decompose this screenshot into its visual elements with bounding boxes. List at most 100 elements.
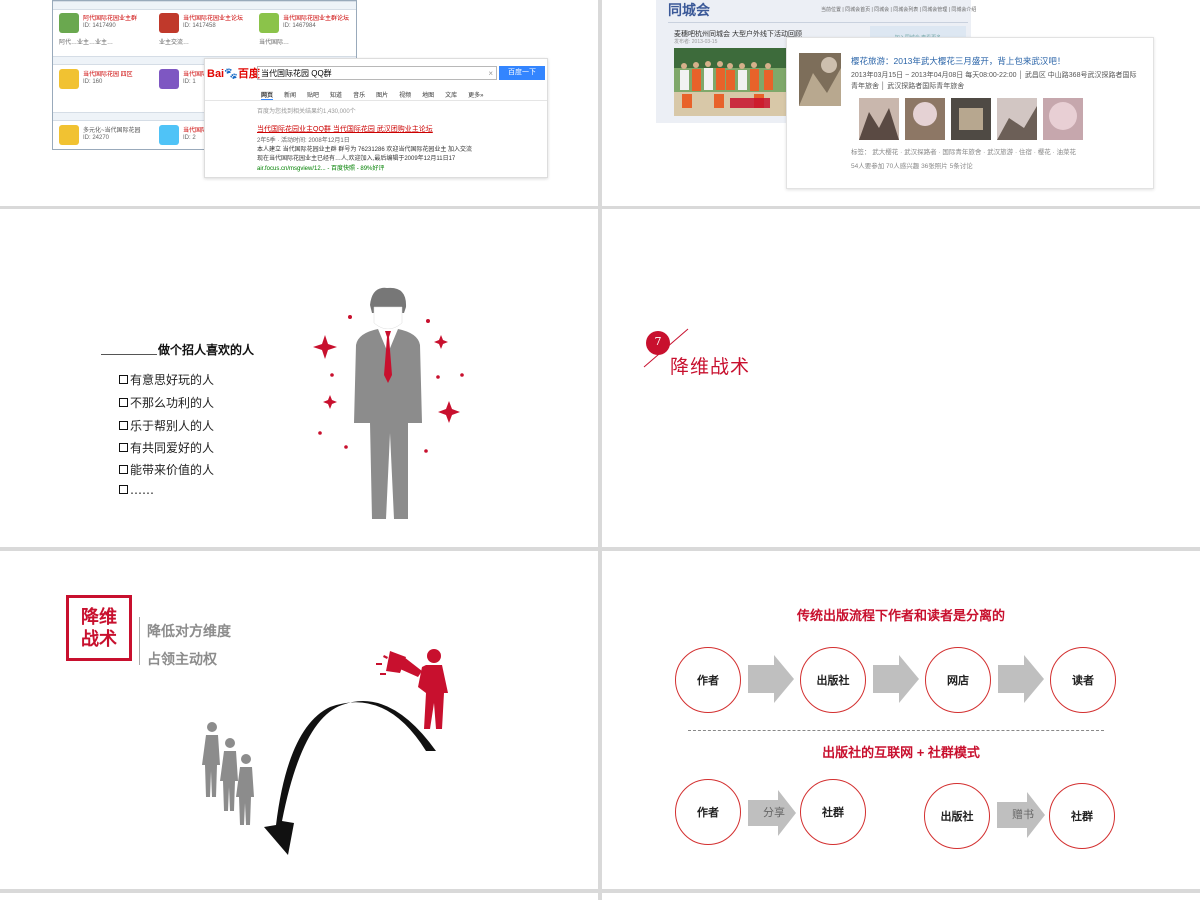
group-title: 阿代国际花园业主群	[83, 16, 138, 22]
group-title: 当代国际花园 四区	[83, 72, 133, 78]
arrow-right-icon	[748, 655, 796, 708]
downward-attack-illustration	[202, 649, 448, 855]
slide-partial	[0, 893, 598, 900]
building-icon	[59, 69, 79, 89]
slide-heading: 做个招人喜欢的人	[158, 343, 255, 357]
slide-partial	[602, 893, 1200, 900]
flower-icon	[159, 69, 179, 89]
list-item: 不那么功利的人	[119, 394, 214, 411]
search-tabs: 网页 新闻 贴吧 知道 音乐 图片 视频 地图 文库 更多»	[261, 90, 483, 101]
tab-wenku[interactable]: 文库	[445, 93, 457, 99]
list-item: 乐于帮别人的人	[119, 417, 214, 434]
group-desc: 当代国际…	[259, 40, 290, 46]
tab-image[interactable]: 图片	[376, 93, 388, 99]
arrow-label: 赠书	[1012, 808, 1034, 821]
node-author: 作者	[675, 647, 741, 713]
tab-tieba[interactable]: 贴吧	[307, 93, 319, 99]
slide-qq-group-search: 阿代国际花园业主群 ID: 1417490 阿代…业主…业主… 当代国际花园业主…	[0, 0, 598, 206]
clear-icon[interactable]: ×	[488, 67, 493, 81]
arrow-right-icon	[998, 655, 1046, 708]
group-id: ID: 1	[183, 79, 196, 85]
group-id: ID: 1417490	[83, 23, 116, 29]
result-snippet: 现在当代国际花园业主已经有…人,欢迎加入,最后编辑于2009年12月11日17	[257, 156, 456, 162]
event-tags[interactable]: 标签： 武大樱花 · 武汉探路者 · 国际青年旅舍 · 武汉旅游 · 住宿 · …	[851, 149, 1076, 157]
node-online-store: 网店	[925, 647, 991, 713]
slide-publishing-models: 传统出版流程下作者和读者是分离的 作者 出版社 网店 读者 出版社的互联网 + …	[602, 551, 1200, 889]
result-snippet: 本人建立 当代国际花园业主群 群号为 76231286 欢迎当代国际花园业主 加…	[257, 147, 473, 153]
section-title: 出版社的互联网 + 社群模式	[822, 745, 980, 760]
result-url[interactable]: air.focus.cn/msgview/12... - 百度快照 - 89%好…	[257, 165, 384, 173]
badge-text: 降维	[81, 607, 117, 627]
baidu-logo: Bai🐾百度	[207, 68, 260, 80]
event-stats: 54人要参加 70人感兴趣 36张照片 5条讨论	[851, 163, 973, 170]
slide-section-7: 7 降维战术	[602, 209, 1200, 547]
arrow-right-icon	[873, 655, 921, 708]
group-title: 当代国际花园业主论坛	[183, 16, 244, 22]
top-links[interactable]: 当前位置 | 同城会首页 | 同城会 | 同城会列表 | 同城会管理 | 同城会…	[821, 6, 976, 14]
list-item: ……	[119, 483, 154, 497]
tab-music[interactable]: 音乐	[353, 93, 365, 99]
section-number: 7	[654, 335, 662, 348]
group-avatar-icon	[159, 13, 179, 33]
group-card[interactable]: 多元化~当代国际花园 ID: 24270	[55, 121, 147, 173]
divider	[205, 100, 547, 101]
slide-be-likable: 做个招人喜欢的人 有意思好玩的人 不那么功利的人 乐于帮别人的人 有共同爱好的人…	[0, 209, 598, 547]
gift-book-arrow: 赠书	[997, 792, 1049, 838]
tab-news[interactable]: 新闻	[284, 93, 296, 99]
group-card[interactable]: 当代国际花园 四区 ID: 160	[55, 65, 147, 117]
section-title: 降维战术	[670, 356, 751, 378]
checkbox-icon	[119, 443, 128, 452]
tab-video[interactable]: 视频	[399, 93, 411, 99]
share-arrow: 分享	[748, 790, 800, 836]
group-desc: 业主交流…	[159, 40, 190, 46]
list-item: 能带来价值的人	[119, 461, 214, 478]
checkbox-icon	[119, 398, 128, 407]
event-card[interactable]: 樱花旅游：2013年武大樱花三月盛开，背上包来武汉吧！ 2013年03月15日 …	[786, 37, 1154, 189]
group-id: ID: 1417458	[183, 23, 216, 29]
checkbox-icon	[119, 421, 128, 430]
group-title: 多元化~当代国际花园	[83, 128, 141, 134]
event-title[interactable]: 樱花旅游：2013年武大樱花三月盛开，背上包来武汉吧！	[851, 55, 1065, 67]
event-photo-strip	[859, 98, 1084, 145]
slide-dimension-tactic: 降维 战术 降低对方维度 占领主动权	[0, 551, 598, 889]
point: 降低对方维度	[147, 623, 231, 639]
tab-zhidao[interactable]: 知道	[330, 93, 342, 99]
dashed-divider	[688, 730, 1104, 731]
group-title: 当代国际花园业主群论坛	[283, 16, 350, 22]
group-id: ID: 160	[83, 79, 103, 85]
baidu-search-screenshot: Bai🐾百度 当代国际花园 QQ群 × 百度一下 网页 新闻 贴吧 知道 音乐 图片 视频地…	[204, 58, 548, 178]
group-id: ID: 1467984	[283, 23, 316, 29]
divider	[139, 617, 140, 665]
node-reader: 读者	[1050, 647, 1116, 713]
section-title: 传统出版流程下作者和读者是分离的	[796, 608, 1005, 623]
checkbox-icon	[119, 375, 128, 384]
tab-map[interactable]: 地图	[422, 93, 434, 99]
group-avatar-icon	[259, 13, 279, 33]
checkbox-icon	[119, 465, 128, 474]
list-item: 有意思好玩的人	[119, 371, 214, 388]
group-photo	[674, 48, 786, 116]
house-icon	[59, 13, 79, 33]
group-id: ID: 2	[183, 135, 196, 141]
group-card[interactable]: 阿代国际花园业主群 ID: 1417490 阿代…业主…业主…	[55, 9, 147, 61]
heading-line	[101, 354, 157, 355]
search-button[interactable]: 百度一下	[499, 66, 545, 80]
node-community: 社群	[1049, 783, 1115, 849]
node-publisher: 出版社	[924, 783, 990, 849]
group-card[interactable]: 当代国际花园业主论坛 ID: 1417458 业主交流…	[155, 9, 247, 61]
item-meta: 发布者: 2013-03-15	[674, 39, 718, 45]
group-id: ID: 24270	[83, 135, 110, 141]
businessman-illustration	[313, 287, 464, 519]
group-card[interactable]: 当代国际花园业主群论坛 ID: 1467984 当代国际…	[255, 9, 350, 61]
event-time-location: 2013年03月15日 ~ 2013年04月08日 每天08:00-22:00 …	[851, 72, 1137, 79]
result-meta: 2年5季 · 活动时间: 2008年12月1日	[257, 138, 350, 144]
search-input[interactable]: 当代国际花园 QQ群 ×	[257, 66, 497, 80]
group-desc: 阿代…业主…业主…	[59, 40, 114, 46]
result-title-link[interactable]: 当代国际花园业主QQ群 当代国际花园 武汉团购业主论坛	[257, 124, 433, 134]
tactic-badge: 降维 战术	[66, 595, 132, 661]
building-icon	[59, 125, 79, 145]
node-community: 社群	[800, 779, 866, 845]
tab-more[interactable]: 更多»	[468, 93, 483, 99]
list-item: 有共同爱好的人	[119, 439, 214, 456]
divider	[668, 22, 968, 23]
